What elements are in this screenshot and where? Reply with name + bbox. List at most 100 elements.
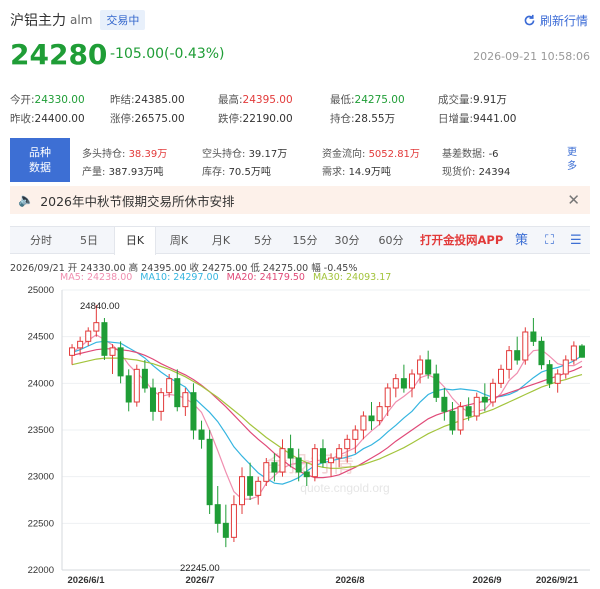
candle-body[interactable] [279,448,286,473]
tab-2[interactable]: 日K [114,227,156,255]
candle-body[interactable] [400,378,407,389]
x-tick-label: 2026/6/1 [68,575,106,586]
quote-header: 沪铝主力 alm 交易中 刷新行情 24280 -105.00(-0.43%) … [0,0,600,74]
notice-text: 2026年中秋节假期交易所休市安排 [40,193,235,209]
stat-cell: 涨停:26575.00 [110,111,185,126]
candle-body[interactable] [489,382,496,403]
tab-8[interactable]: 60分 [370,227,412,254]
open-app-link[interactable]: 打开金投网APP [420,227,503,254]
candle-body[interactable] [85,330,92,342]
candle-body[interactable] [336,448,343,459]
candle-body[interactable] [417,359,424,375]
notice-bar[interactable]: 🔈 2026年中秋节假期交易所休市安排 ✕ [10,186,590,214]
candle-body[interactable] [125,375,132,403]
candle-body[interactable] [239,476,246,506]
candle-body[interactable] [133,368,140,403]
candle-body[interactable] [77,340,84,349]
variety-value: 24394 [478,167,511,178]
refresh-button[interactable]: 刷新行情 [523,12,588,29]
candle-body[interactable] [174,378,181,408]
fullscreen-icon[interactable]: ⛶ [545,227,554,254]
candle-body[interactable] [514,350,521,361]
candle-body[interactable] [562,359,569,375]
more-link[interactable]: 更多 [566,146,578,174]
candle-body[interactable] [441,396,448,412]
candle-body[interactable] [230,504,237,538]
candle-body[interactable] [255,480,262,496]
candle-body[interactable] [303,471,310,478]
candle-body[interactable] [360,415,367,431]
y-tick-label: 24500 [28,332,54,343]
candle-body[interactable] [222,522,229,538]
candle-body[interactable] [287,448,294,459]
tab-7[interactable]: 30分 [326,227,368,254]
candle-body[interactable] [465,406,472,417]
stat-label: 日增量: [438,113,474,125]
candle-body[interactable] [449,410,456,431]
candle-body[interactable] [368,415,375,422]
candle-body[interactable] [384,387,391,408]
stat-label: 持仓: [330,113,355,125]
candle-body[interactable] [263,462,270,482]
candle-body[interactable] [352,429,359,440]
candle-body[interactable] [328,457,335,464]
candle-body[interactable] [166,378,173,394]
candle-body[interactable] [578,345,585,358]
candle-body[interactable] [190,392,197,431]
tab-1[interactable]: 5日 [68,227,110,254]
stat-value: 28.55万 [354,113,396,125]
candle-body[interactable] [141,368,148,389]
candle-body[interactable] [408,373,415,389]
candle-body[interactable] [425,359,432,375]
candle-body[interactable] [344,438,351,450]
candle-body[interactable] [457,406,464,431]
candle-body[interactable] [93,322,100,332]
candlestick-chart[interactable]: 25000245002400023500230002250022000金投行情q… [0,282,600,589]
stat-cell: 昨结:24385.00 [110,92,185,107]
instrument-code: alm [70,13,93,27]
tab-4[interactable]: 月K [200,227,242,254]
candle-body[interactable] [530,331,537,342]
candle-body[interactable] [271,462,278,473]
candle-body[interactable] [214,504,221,524]
candle-body[interactable] [376,406,383,422]
stat-value: 24275.00 [354,94,405,106]
candle-body[interactable] [69,347,76,356]
last-price: 24280 [10,38,108,71]
candle-body[interactable] [101,322,108,356]
tab-6[interactable]: 15分 [284,227,326,254]
candle-body[interactable] [311,448,318,478]
tab-0[interactable]: 分时 [20,227,62,254]
candle-body[interactable] [295,457,302,473]
candle-body[interactable] [117,347,124,377]
tab-5[interactable]: 5分 [242,227,284,254]
candle-body[interactable] [206,438,213,506]
candle-body[interactable] [198,429,205,440]
variety-value: 38.39万 [128,149,168,160]
candle-body[interactable] [182,392,189,408]
candle-body[interactable] [570,345,577,361]
candle-body[interactable] [554,373,561,384]
candle-body[interactable] [392,378,399,389]
candle-body[interactable] [319,448,326,464]
candle-body[interactable] [546,364,553,384]
variety-label[interactable]: 品种 数据 [10,138,70,182]
candle-body[interactable] [538,340,545,366]
candle-body[interactable] [247,476,254,496]
close-icon[interactable]: ✕ [567,191,580,209]
stat-cell: 日增量:9441.00 [438,111,516,126]
candle-body[interactable] [506,350,513,370]
candle-body[interactable] [481,396,488,403]
tab-3[interactable]: 周K [158,227,200,254]
candle-body[interactable] [433,373,440,398]
settings-icon[interactable]: ☰ [570,227,582,254]
candle-body[interactable] [473,396,480,417]
candle-body[interactable] [522,331,529,361]
candle-body[interactable] [109,347,116,356]
candle-body[interactable] [158,392,165,412]
stats-row: 今开:24330.00 昨结:24385.00 最高:24395.00 最低:2427… [10,92,595,111]
candle-body[interactable] [149,387,156,412]
instrument-title: 沪铝主力 [10,13,66,29]
strategy-icon[interactable]: 策 [515,227,528,254]
candle-body[interactable] [498,368,505,384]
